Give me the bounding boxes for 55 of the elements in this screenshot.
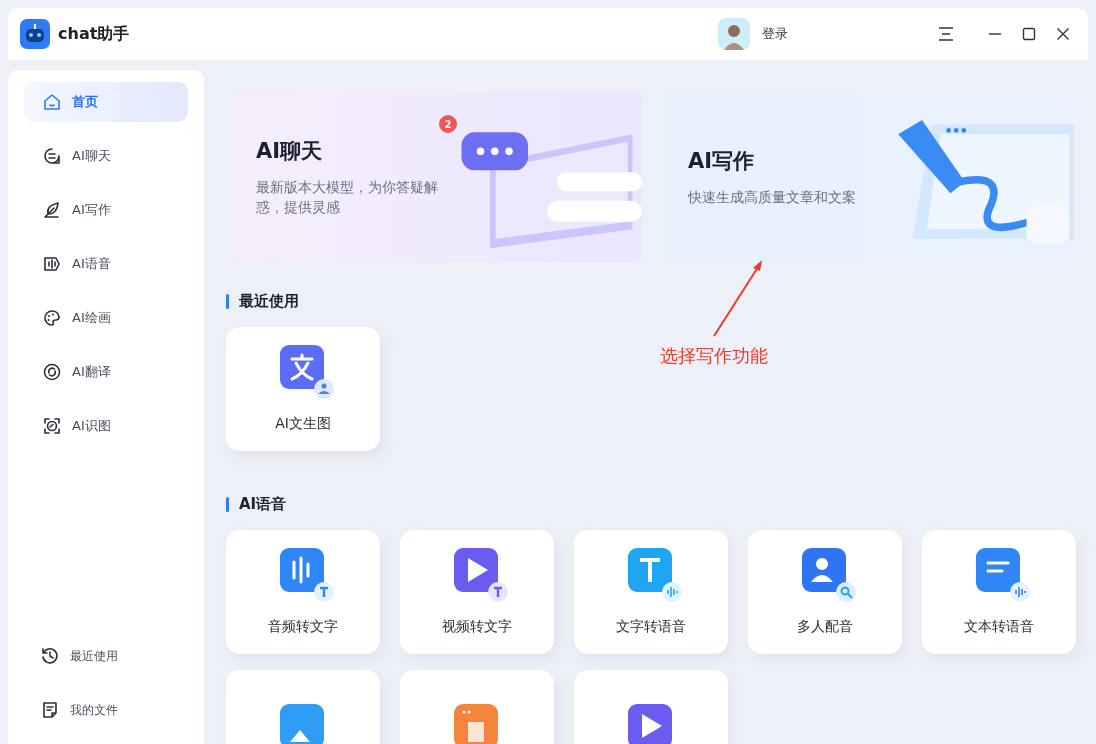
- letter-t-icon: [628, 548, 684, 604]
- person-icon: [802, 548, 858, 604]
- sidebar-item[interactable]: 首页: [24, 82, 188, 122]
- clock-history-icon: [40, 646, 60, 666]
- app-title: chat助手: [58, 23, 130, 45]
- tool-card[interactable]: AI文生图: [226, 327, 380, 451]
- banner-description: 最新版本大模型，为你答疑解惑，提供灵感: [256, 178, 439, 217]
- face-scan-icon: [42, 416, 62, 436]
- document-icon: [40, 700, 60, 720]
- tool-card[interactable]: 文字转语音: [574, 530, 728, 654]
- banner-title: AI聊天: [256, 138, 324, 165]
- menu-icon: [938, 27, 954, 41]
- tool-card[interactable]: 多人配音: [748, 530, 902, 654]
- tool-label: 音频转文字: [268, 618, 338, 636]
- close-icon: [1056, 27, 1070, 41]
- sound-wave-icon: [42, 254, 62, 274]
- sidebar-item[interactable]: AI翻译: [24, 352, 188, 392]
- tool-label: 多人配音: [797, 618, 853, 636]
- section-title: AI语音: [239, 495, 287, 514]
- circular-arrows-icon: [42, 362, 62, 382]
- chat-bubble-icon: [42, 146, 62, 166]
- tool-label: 视频转文字: [442, 618, 512, 636]
- tool-label: AI文生图: [275, 415, 331, 433]
- banner-title: AI写作: [688, 148, 756, 175]
- audio-bars-icon: [280, 548, 336, 604]
- section-title: 最近使用: [239, 292, 299, 311]
- login-button[interactable]: 登录: [758, 21, 792, 47]
- tool-card[interactable]: 文本转语音: [922, 530, 1076, 654]
- sidebar-item[interactable]: AI写作: [24, 190, 188, 230]
- maximize-icon: [1022, 27, 1036, 41]
- notification-badge: 2: [439, 115, 457, 133]
- sidebar-item[interactable]: AI语音: [24, 244, 188, 284]
- sidebar-item[interactable]: AI识图: [24, 406, 188, 446]
- house-icon: [42, 92, 62, 112]
- tool-label: 文本转语音: [964, 618, 1034, 636]
- document-lines-icon: [976, 548, 1032, 604]
- section-marker: [226, 294, 229, 309]
- palette-icon: [42, 308, 62, 328]
- avatar-icon: [718, 18, 750, 50]
- sidebar-item[interactable]: 最近使用: [24, 636, 188, 676]
- section-marker: [226, 497, 229, 512]
- annotation-text: 选择写作功能: [660, 344, 768, 368]
- feather-icon: [42, 200, 62, 220]
- text-image-tool-icon: [280, 345, 336, 401]
- feature-banner[interactable]: AI聊天 最新版本大模型，为你答疑解惑，提供灵感 2: [232, 92, 642, 262]
- video-play-icon: [454, 548, 510, 604]
- sidebar-item[interactable]: AI聊天: [24, 136, 188, 176]
- tool-card[interactable]: 视频转文字: [400, 530, 554, 654]
- banner-description: 快速生成高质量文章和文案: [688, 188, 857, 207]
- robot-logo-icon: [20, 19, 50, 49]
- sidebar-item[interactable]: AI绘画: [24, 298, 188, 338]
- sidebar-item[interactable]: 我的文件: [24, 690, 188, 730]
- tool-label: 文字转语音: [616, 618, 686, 636]
- feature-banner[interactable]: AI写作 快速生成高质量文章和文案: [664, 92, 1074, 262]
- tool-card[interactable]: 音频转文字: [226, 530, 380, 654]
